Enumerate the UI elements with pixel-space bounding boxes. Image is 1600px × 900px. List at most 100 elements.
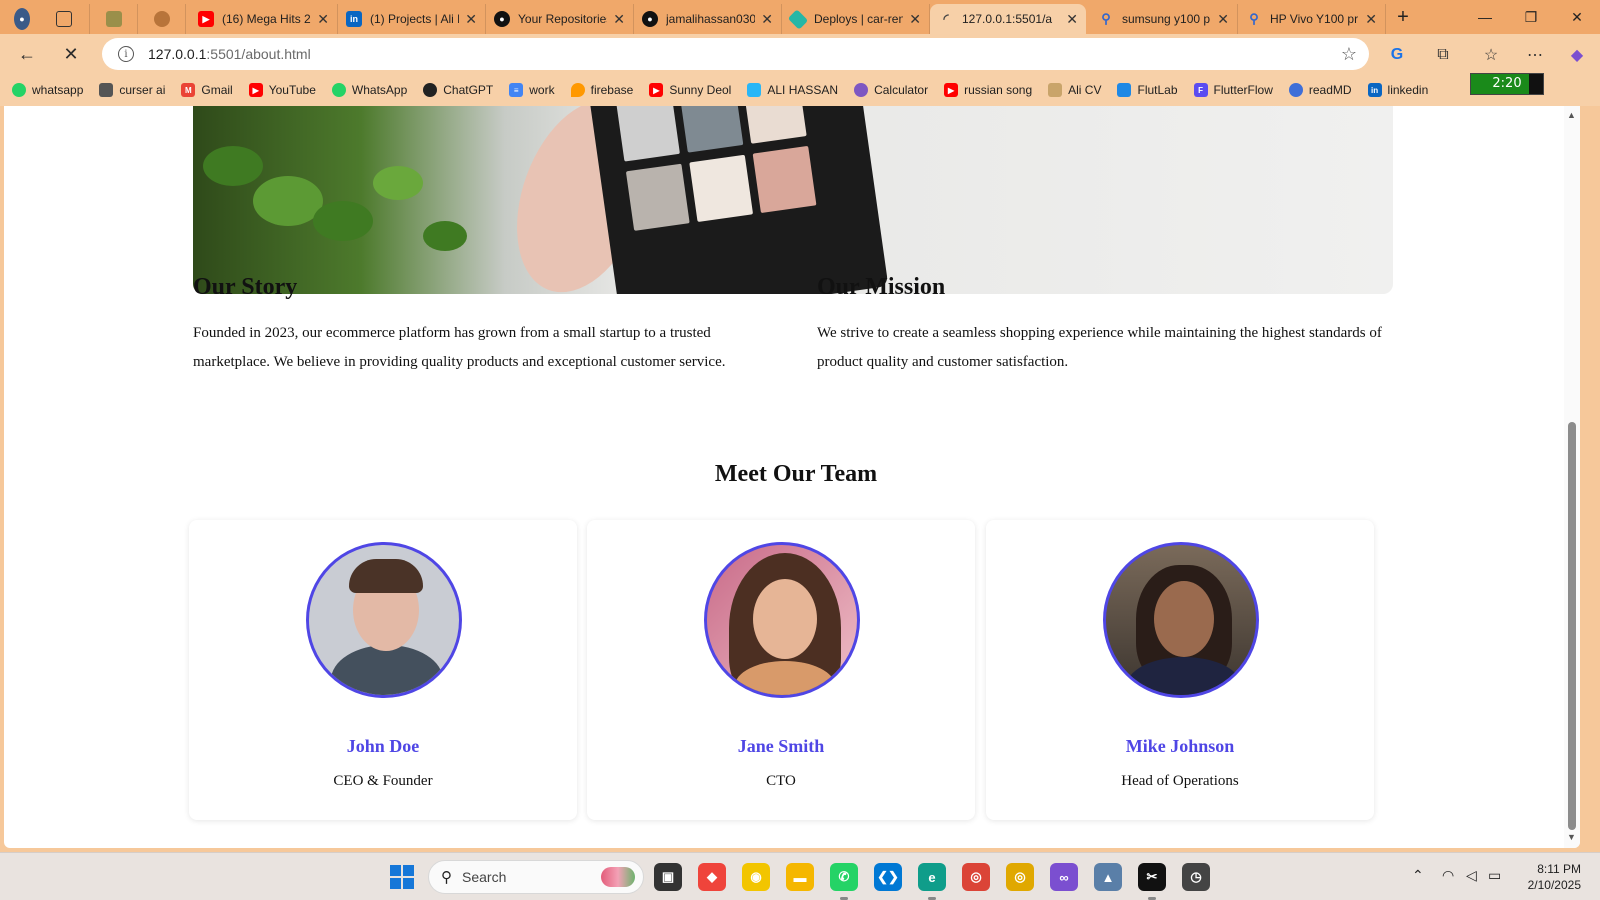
close-tab-icon[interactable]: ✕ — [761, 11, 773, 28]
edge-icon[interactable]: e — [918, 863, 946, 891]
bookmark-star-icon[interactable]: ☆ — [1341, 44, 1357, 65]
bookmark-whatsapp[interactable]: whatsapp — [12, 83, 83, 97]
tab-linkedin[interactable]: in (1) Projects | Ali H ✕ — [338, 4, 486, 34]
team-card: John Doe CEO & Founder — [189, 520, 577, 820]
bookmark-flutterflow[interactable]: F FlutterFlow — [1193, 83, 1273, 97]
vscode-icon[interactable]: ❮❯ — [874, 863, 902, 891]
bookmark-work[interactable]: ≡ work — [509, 83, 555, 97]
start-button[interactable] — [390, 865, 414, 889]
bookmark-label: russian song — [964, 83, 1033, 97]
gmail-icon: M — [181, 83, 196, 97]
taskbar-search[interactable]: ⚲ Search — [428, 860, 644, 894]
bookmark-ali-cv[interactable]: Ali CV — [1048, 83, 1101, 97]
search-placeholder: Search — [462, 869, 507, 885]
chart-app-icon[interactable]: ▲ — [1094, 863, 1122, 891]
volume-icon[interactable]: ◁ — [1466, 867, 1477, 884]
firebase-icon — [570, 83, 585, 97]
tab-title: jamalihassan030 — [666, 12, 756, 26]
scrollbar-thumb[interactable] — [1568, 422, 1576, 830]
anydesk-icon[interactable]: ◆ — [698, 863, 726, 891]
chrome-icon[interactable]: ◎ — [962, 863, 990, 891]
file-explorer-icon[interactable]: ▬ — [786, 863, 814, 891]
whatsapp-icon — [331, 83, 346, 97]
favorites-icon[interactable]: ☆ — [1478, 42, 1504, 68]
our-story-heading: Our Story — [193, 274, 298, 300]
bookmark-flutlab[interactable]: FlutLab — [1117, 83, 1178, 97]
youtube-icon: ▶ — [198, 11, 214, 27]
close-tab-icon[interactable]: ✕ — [1217, 11, 1229, 28]
url-host: 127.0.0.1 — [148, 46, 207, 62]
bookmark-gmail[interactable]: M Gmail — [181, 83, 233, 97]
clock-app-icon[interactable]: ◷ — [1182, 863, 1210, 891]
search-tab-icon: ⚲ — [1101, 11, 1111, 26]
battery-icon[interactable]: ▭ — [1488, 867, 1501, 884]
scroll-up-arrow-icon[interactable]: ▲ — [1567, 110, 1576, 120]
restore-button[interactable]: ❐ — [1508, 0, 1554, 34]
minimize-button[interactable]: — — [1462, 0, 1508, 34]
bookmark-label: Sunny Deol — [669, 83, 732, 97]
chrome-canary-icon[interactable]: ◎ — [1006, 863, 1034, 891]
calculator-icon — [854, 83, 869, 97]
page-scrollbar[interactable]: ▲ ▼ — [1564, 106, 1580, 848]
bookmark-label: YouTube — [268, 83, 316, 97]
clock-time: 8:11 PM — [1537, 862, 1581, 876]
back-button[interactable]: ← — [12, 40, 42, 68]
close-tab-icon[interactable]: ✕ — [317, 11, 329, 28]
visual-studio-icon[interactable]: ∞ — [1050, 863, 1078, 891]
tab-github-repositories[interactable]: ● Your Repositories ✕ — [486, 4, 634, 34]
more-menu-icon[interactable]: ⋯ — [1522, 42, 1548, 68]
close-window-button[interactable]: ✕ — [1554, 0, 1600, 34]
close-tab-icon[interactable]: ✕ — [1066, 11, 1078, 28]
tab-github-profile[interactable]: ● jamalihassan030 ✕ — [634, 4, 782, 34]
bookmark-russian-song[interactable]: ▶ russian song — [944, 83, 1032, 97]
linkedin-icon: in — [346, 11, 362, 27]
copilot-icon[interactable]: ◆ — [1564, 42, 1590, 68]
task-view-icon[interactable]: ▣ — [654, 863, 682, 891]
tab-pinned-1[interactable] — [98, 4, 138, 34]
chat-app-icon[interactable]: ◉ — [742, 863, 770, 891]
close-tab-icon[interactable]: ✕ — [613, 11, 625, 28]
bookmark-readmd[interactable]: readMD — [1288, 83, 1352, 97]
new-tab-button[interactable]: + — [1386, 0, 1420, 34]
bookmark-sunny-deol[interactable]: ▶ Sunny Deol — [649, 83, 731, 97]
bookmark-whatsapp-2[interactable]: WhatsApp — [331, 83, 407, 97]
scroll-down-arrow-icon[interactable]: ▼ — [1567, 832, 1576, 842]
bookmark-label: linkedin — [1387, 83, 1429, 97]
cv-icon — [1048, 83, 1063, 97]
bookmark-chatgpt[interactable]: ChatGPT — [423, 83, 493, 97]
flutter-icon — [747, 83, 762, 97]
translate-icon[interactable]: G — [1384, 42, 1410, 68]
team-member-name: Mike Johnson — [1125, 736, 1235, 756]
close-tab-icon[interactable]: ✕ — [1365, 11, 1377, 28]
stop-loading-button[interactable]: ✕ — [56, 40, 86, 68]
bookmark-youtube[interactable]: ▶ YouTube — [248, 83, 316, 97]
tab-youtube[interactable]: ▶ (16) Mega Hits 2 ✕ — [190, 4, 338, 34]
profile-button[interactable]: ● — [6, 4, 44, 34]
tab-pinned-2[interactable] — [146, 4, 186, 34]
bookmark-label: FlutterFlow — [1213, 83, 1273, 97]
bookmark-linkedin[interactable]: in linkedin — [1367, 83, 1429, 97]
tab-search-sumsung[interactable]: ⚲ sumsung y100 p ✕ — [1090, 4, 1238, 34]
wifi-icon[interactable]: ◠ — [1442, 867, 1454, 884]
chevron-up-icon[interactable]: ⌃ — [1412, 867, 1424, 884]
bookmark-curser-ai[interactable]: curser ai — [99, 83, 165, 97]
bookmark-firebase[interactable]: firebase — [570, 83, 634, 97]
capcut-icon[interactable]: ✂ — [1138, 863, 1166, 891]
tab-netlify-deploys[interactable]: Deploys | car-ren ✕ — [782, 4, 930, 34]
site-info-icon[interactable]: i — [118, 46, 134, 62]
bookmark-label: firebase — [590, 83, 634, 97]
whatsapp-icon[interactable]: ✆ — [830, 863, 858, 891]
taskbar-clock[interactable]: 8:11 PM 2/10/2025 — [1505, 861, 1581, 893]
bookmark-ali-hassan[interactable]: ALI HASSAN — [747, 83, 838, 97]
bookmark-calculator[interactable]: Calculator — [854, 83, 928, 97]
team-member-photo — [306, 542, 462, 698]
extensions-icon[interactable]: ⧉ — [1430, 42, 1456, 68]
tab-title: Deploys | car-ren — [814, 12, 904, 26]
bookmark-label: readMD — [1308, 83, 1352, 97]
address-bar[interactable]: i 127.0.0.1:5501/about.html ☆ — [102, 38, 1369, 70]
close-tab-icon[interactable]: ✕ — [465, 11, 477, 28]
tab-about-page-active[interactable]: ◜ 127.0.0.1:5501/a ✕ — [930, 4, 1086, 34]
tab-search-vivo[interactable]: ⚲ HP Vivo Y100 pr ✕ — [1238, 4, 1386, 34]
close-tab-icon[interactable]: ✕ — [909, 11, 921, 28]
workspaces-button[interactable] — [48, 4, 90, 34]
